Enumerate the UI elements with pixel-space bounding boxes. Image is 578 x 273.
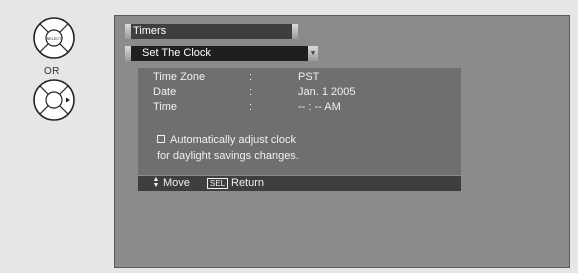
remote-select-pad: SELECT xyxy=(29,16,79,60)
clock-settings-panel: Time Zone : PST Date : Jan. 1 2005 Time … xyxy=(138,68,461,175)
dst-option-continued: for daylight savings changes. xyxy=(157,149,299,163)
submenu-title: Set The Clock xyxy=(142,47,211,59)
dst-option[interactable]: Automatically adjust clock xyxy=(157,133,296,147)
dst-option-label-1: Automatically adjust clock xyxy=(170,134,296,146)
remote-arrow-pad xyxy=(29,78,79,122)
setting-value: -- : -- AM xyxy=(298,101,341,113)
dst-checkbox[interactable] xyxy=(157,135,165,143)
return-hint: Return xyxy=(231,177,265,189)
menu-title-bar: Timers xyxy=(125,24,298,39)
sel-key-icon: SEL xyxy=(207,178,229,189)
setting-value: Jan. 1 2005 xyxy=(298,86,356,98)
menu-title: Timers xyxy=(133,25,167,37)
move-hint: Move xyxy=(163,177,190,189)
setting-label: Time xyxy=(153,101,178,113)
setting-row-time-zone[interactable]: Time Zone : PST xyxy=(153,70,453,84)
navigation-guide-bar: ▲ ▼ Move SEL Return xyxy=(138,176,461,191)
dst-option-label-2: for daylight savings changes. xyxy=(157,150,299,162)
submenu-selector[interactable]: Set The Clock ▼ xyxy=(125,46,318,61)
chevron-down-icon[interactable]: ▼ xyxy=(308,46,318,61)
setting-separator: : xyxy=(249,86,253,98)
title-bar-left-cap xyxy=(125,24,131,39)
submenu-left-cap xyxy=(125,46,131,61)
setting-separator: : xyxy=(249,101,253,113)
setting-label: Time Zone xyxy=(153,71,206,83)
tv-screen: Timers Set The Clock ▼ Time Zone : PST D… xyxy=(114,15,570,268)
setting-value: PST xyxy=(298,71,320,83)
setting-row-date[interactable]: Date : Jan. 1 2005 xyxy=(153,85,453,99)
setting-label: Date xyxy=(153,86,177,98)
or-label: OR xyxy=(44,66,60,77)
setting-separator: : xyxy=(249,71,253,83)
setting-row-time[interactable]: Time : -- : -- AM xyxy=(153,100,453,114)
up-down-arrow-icon: ▲ ▼ xyxy=(152,176,160,189)
title-bar-right-cap xyxy=(292,24,298,39)
select-key-text: SELECT xyxy=(47,37,62,41)
